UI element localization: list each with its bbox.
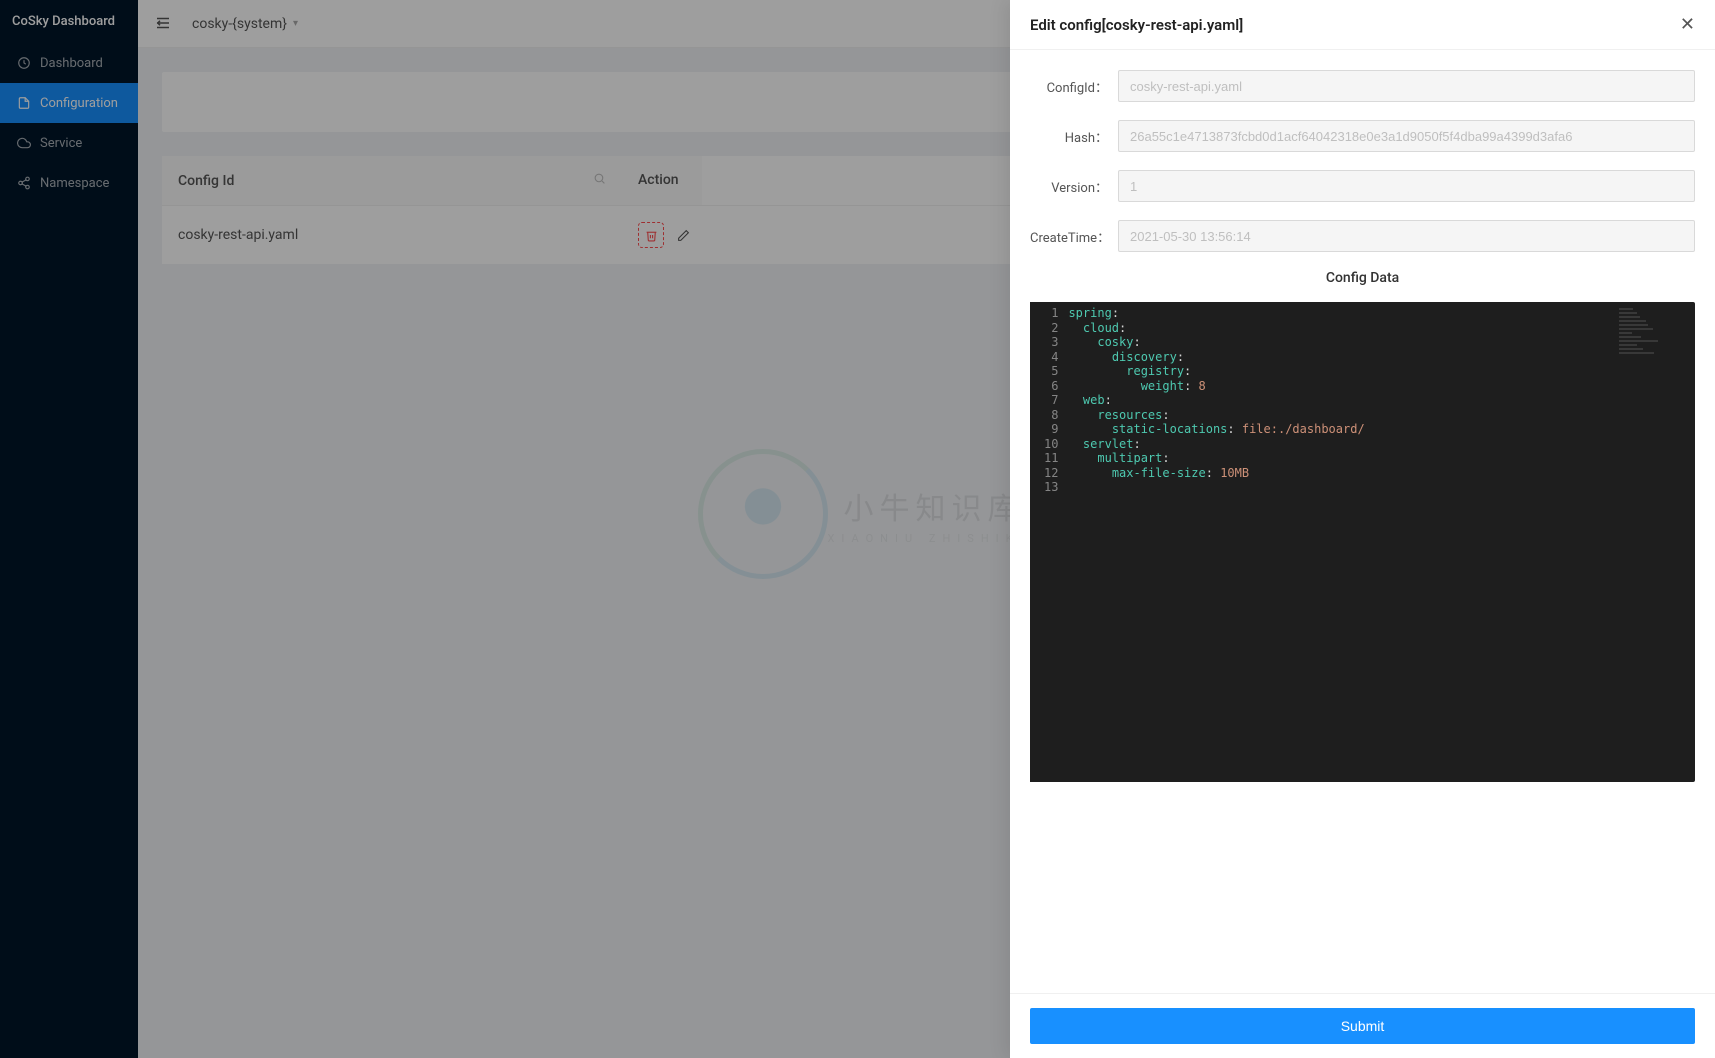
label-hash: Hash：	[1030, 127, 1118, 146]
label-version: Version：	[1030, 177, 1118, 196]
minimap	[1619, 308, 1689, 368]
drawer-header: Edit config[cosky-rest-api.yaml] ✕	[1010, 0, 1715, 50]
config-data-heading: Config Data	[1030, 270, 1695, 286]
input-config-id[interactable]	[1118, 70, 1695, 102]
code-lines[interactable]: spring: cloud: cosky: discovery: registr…	[1068, 302, 1695, 782]
line-gutter: 12345678910111213	[1030, 302, 1068, 782]
drawer-title: Edit config[cosky-rest-api.yaml]	[1030, 16, 1243, 34]
label-create-time: CreateTime：	[1030, 227, 1118, 246]
input-hash[interactable]	[1118, 120, 1695, 152]
label-config-id: ConfigId：	[1030, 77, 1118, 96]
submit-button[interactable]: Submit	[1030, 1008, 1695, 1044]
edit-config-drawer: Edit config[cosky-rest-api.yaml] ✕ Confi…	[1010, 0, 1715, 1058]
input-version[interactable]	[1118, 170, 1695, 202]
code-editor[interactable]: 12345678910111213 spring: cloud: cosky: …	[1030, 302, 1695, 782]
close-icon[interactable]: ✕	[1680, 14, 1695, 35]
input-create-time[interactable]	[1118, 220, 1695, 252]
